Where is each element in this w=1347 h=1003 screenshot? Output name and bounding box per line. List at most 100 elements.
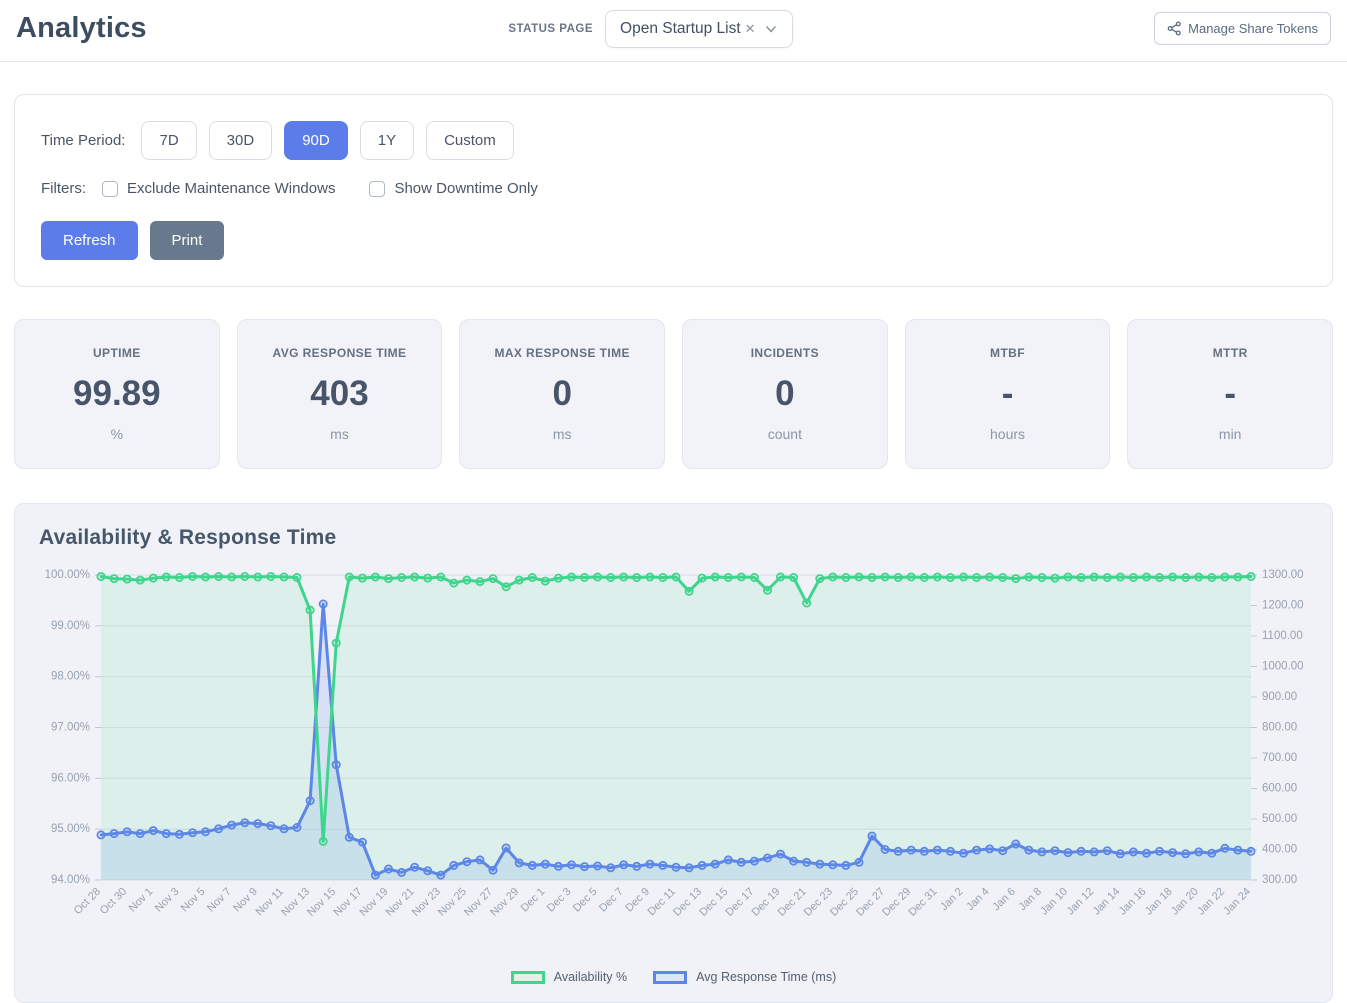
svg-text:Jan 22: Jan 22 [1195, 886, 1227, 918]
svg-text:Nov 25: Nov 25 [436, 886, 469, 919]
print-button[interactable]: Print [150, 221, 225, 260]
filters-panel: Time Period: 7D30D90D1YCustom Filters: E… [14, 94, 1333, 287]
stat-label: UPTIME [23, 346, 211, 360]
legend-swatch [511, 971, 545, 984]
svg-text:Dec 29: Dec 29 [880, 886, 913, 919]
stat-card-avg-response-time: AVG RESPONSE TIME403ms [237, 319, 443, 469]
svg-text:Dec 31: Dec 31 [906, 886, 939, 919]
svg-text:700.00: 700.00 [1262, 752, 1297, 764]
manage-share-tokens-label: Manage Share Tokens [1188, 21, 1318, 36]
clear-selection-icon[interactable]: ✕ [745, 21, 756, 37]
svg-text:Nov 3: Nov 3 [153, 886, 182, 915]
filters-label: Filters: [41, 180, 86, 197]
svg-text:Jan 10: Jan 10 [1038, 886, 1070, 918]
period-button-90d[interactable]: 90D [284, 121, 348, 160]
svg-text:Dec 27: Dec 27 [854, 886, 887, 919]
stats-row: UPTIME99.89%AVG RESPONSE TIME403msMAX RE… [14, 319, 1333, 469]
svg-text:Dec 25: Dec 25 [828, 886, 861, 919]
svg-text:99.00%: 99.00% [51, 620, 90, 632]
svg-text:Nov 1: Nov 1 [127, 886, 156, 915]
svg-text:800.00: 800.00 [1262, 722, 1297, 734]
status-page-value: Open Startup List [620, 20, 741, 38]
svg-text:500.00: 500.00 [1262, 813, 1297, 825]
svg-text:Jan 16: Jan 16 [1117, 886, 1149, 918]
svg-text:100.00%: 100.00% [45, 569, 90, 581]
stat-card-incidents: INCIDENTS0count [682, 319, 888, 469]
svg-text:Dec 1: Dec 1 [519, 886, 548, 915]
legend-label: Availability % [554, 970, 627, 984]
chevron-down-icon[interactable] [764, 22, 778, 36]
checkbox-show-downtime-only[interactable] [369, 181, 385, 197]
svg-text:Dec 5: Dec 5 [571, 886, 600, 915]
stat-value: 99.89 [23, 374, 211, 414]
checkbox-exclude-maintenance-windows[interactable] [102, 181, 118, 197]
svg-text:Dec 3: Dec 3 [545, 886, 574, 915]
svg-text:Nov 5: Nov 5 [179, 886, 208, 915]
svg-text:Nov 27: Nov 27 [462, 886, 495, 919]
period-button-7d[interactable]: 7D [141, 121, 196, 160]
svg-text:Jan 6: Jan 6 [990, 886, 1018, 914]
manage-share-tokens-button[interactable]: Manage Share Tokens [1154, 12, 1331, 45]
chart-legend: Availability % Avg Response Time (ms) [39, 970, 1308, 984]
svg-text:Jan 20: Jan 20 [1169, 886, 1201, 918]
availability-response-chart: 100.00%99.00%98.00%97.00%96.00%95.00%94.… [39, 556, 1308, 968]
svg-text:Jan 14: Jan 14 [1091, 886, 1123, 918]
svg-text:Dec 21: Dec 21 [776, 886, 809, 919]
svg-text:Nov 17: Nov 17 [331, 886, 364, 919]
svg-text:1000.00: 1000.00 [1262, 661, 1304, 673]
stat-label: AVG RESPONSE TIME [246, 346, 434, 360]
legend-item-avg-response-time-ms[interactable]: Avg Response Time (ms) [653, 970, 836, 984]
period-button-1y[interactable]: 1Y [360, 121, 414, 160]
svg-text:Oct 30: Oct 30 [98, 886, 129, 917]
svg-text:Nov 13: Nov 13 [279, 886, 312, 919]
status-page-select[interactable]: Open Startup List ✕ [605, 10, 793, 48]
svg-text:1300.00: 1300.00 [1262, 569, 1304, 581]
svg-text:Nov 21: Nov 21 [384, 886, 417, 919]
refresh-button[interactable]: Refresh [41, 221, 138, 260]
stat-card-mttr: MTTR-min [1127, 319, 1333, 469]
time-period-button-group: 7D 30D 90D 1Y Custom [141, 121, 525, 160]
svg-text:95.00%: 95.00% [51, 823, 90, 835]
svg-text:900.00: 900.00 [1262, 691, 1297, 703]
stat-value: - [1136, 374, 1324, 414]
stat-value: 0 [691, 374, 879, 414]
svg-text:Dec 13: Dec 13 [671, 886, 704, 919]
period-button-30d[interactable]: 30D [209, 121, 273, 160]
svg-text:Dec 15: Dec 15 [697, 886, 730, 919]
svg-text:Dec 19: Dec 19 [749, 886, 782, 919]
legend-item-availability[interactable]: Availability % [511, 970, 627, 984]
svg-text:Dec 7: Dec 7 [597, 886, 626, 915]
svg-text:1200.00: 1200.00 [1262, 600, 1304, 612]
svg-text:Jan 18: Jan 18 [1143, 886, 1175, 918]
svg-text:Jan 24: Jan 24 [1221, 886, 1253, 918]
stat-card-max-response-time: MAX RESPONSE TIME0ms [459, 319, 665, 469]
svg-text:400.00: 400.00 [1262, 844, 1297, 856]
stat-unit: ms [246, 426, 434, 442]
svg-text:600.00: 600.00 [1262, 783, 1297, 795]
svg-text:98.00%: 98.00% [51, 671, 90, 683]
share-icon [1167, 21, 1182, 36]
period-button-custom[interactable]: Custom [426, 121, 514, 160]
status-page-label: STATUS PAGE [508, 23, 593, 35]
svg-text:96.00%: 96.00% [51, 772, 90, 784]
svg-text:Nov 23: Nov 23 [410, 886, 443, 919]
filter-option-show-downtime-only: Show Downtime Only [369, 180, 537, 197]
checkbox-label: Show Downtime Only [394, 180, 537, 197]
svg-text:Nov 7: Nov 7 [205, 886, 234, 915]
stat-label: MTTR [1136, 346, 1324, 360]
stat-label: INCIDENTS [691, 346, 879, 360]
svg-text:Jan 2: Jan 2 [938, 886, 966, 914]
checkbox-label: Exclude Maintenance Windows [127, 180, 335, 197]
chart-title: Availability & Response Time [39, 526, 1308, 550]
stat-unit: hours [914, 426, 1102, 442]
stat-card-uptime: UPTIME99.89% [14, 319, 220, 469]
app-header: Analytics STATUS PAGE Open Startup List … [0, 0, 1347, 62]
svg-text:1100.00: 1100.00 [1262, 630, 1303, 642]
svg-text:Oct 28: Oct 28 [72, 886, 103, 917]
svg-text:94.00%: 94.00% [51, 874, 90, 886]
svg-text:300.00: 300.00 [1262, 874, 1297, 886]
stat-value: 0 [468, 374, 656, 414]
svg-text:Dec 23: Dec 23 [802, 886, 835, 919]
chart-card: Availability & Response Time 100.00% 99.0… [14, 503, 1333, 1003]
svg-text:Dec 17: Dec 17 [723, 886, 756, 919]
